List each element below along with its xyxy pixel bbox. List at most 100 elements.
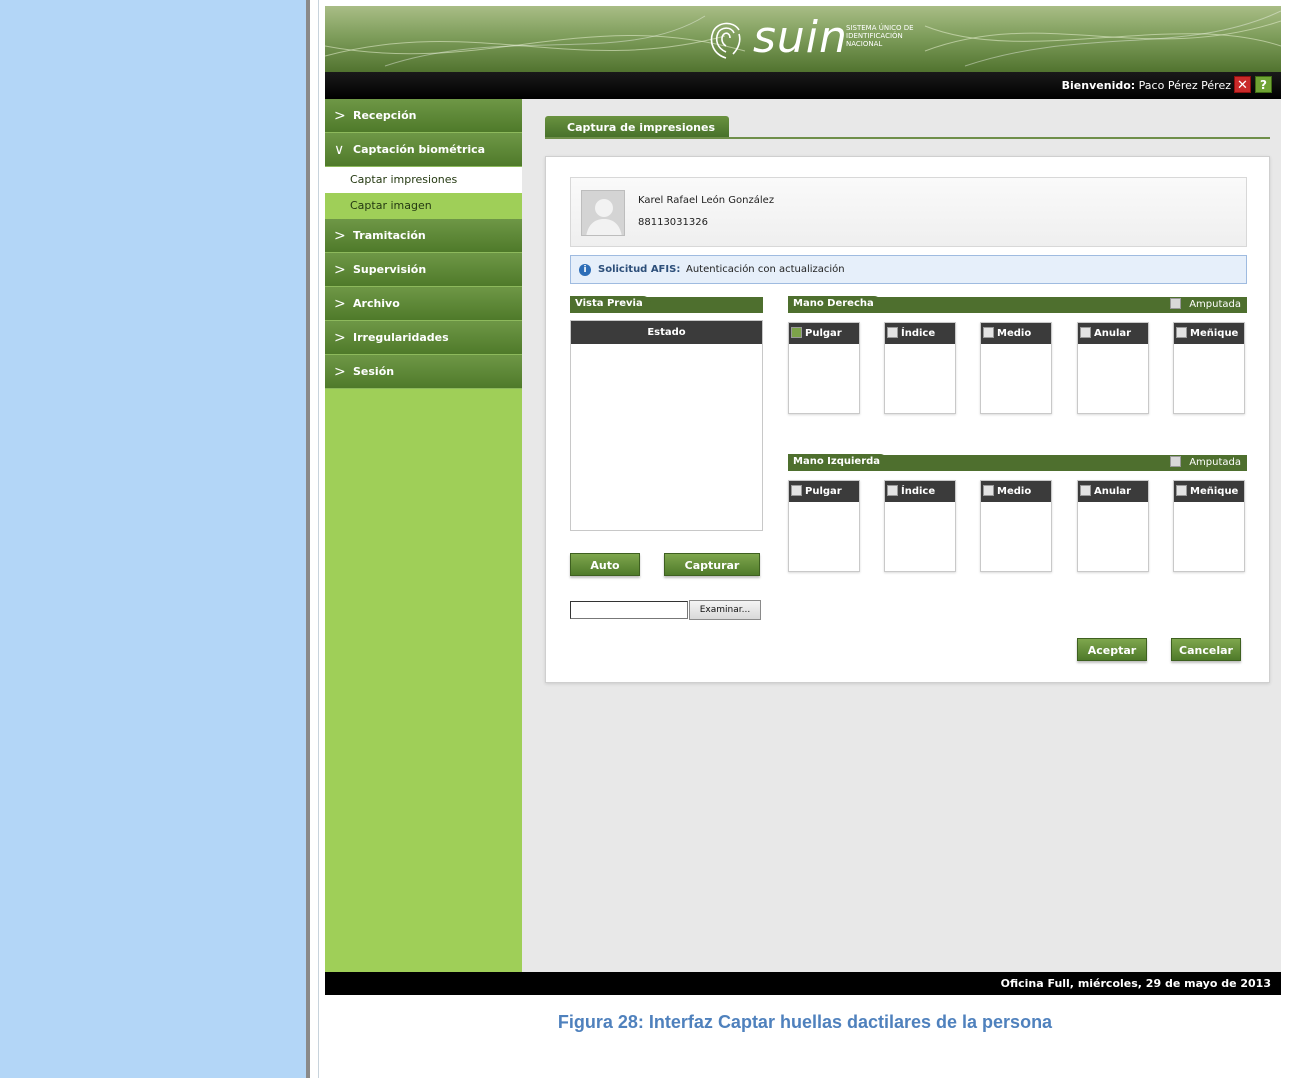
left-hand-amputated-checkbox[interactable]: Amputada xyxy=(1170,455,1241,471)
close-icon[interactable]: ✕ xyxy=(1234,76,1251,93)
chevron-right-icon: > xyxy=(334,228,346,244)
preview-title: Vista Previa xyxy=(570,296,651,313)
sidebar-item-label: Tramitación xyxy=(353,229,426,242)
chevron-right-icon: > xyxy=(334,262,346,278)
user-bar: Bienvenido: Paco Pérez Pérez ✕ ? xyxy=(325,72,1281,99)
header-banner: suin SISTEMA ÚNICO DE IDENTIFICACIÓN NAC… xyxy=(325,6,1281,72)
finger-label: Índice xyxy=(901,486,936,497)
browse-button[interactable]: Examinar... xyxy=(689,600,761,620)
sidebar-item-label: Supervisión xyxy=(353,263,427,276)
sidebar-item-sesion[interactable]: > Sesión xyxy=(325,355,522,389)
finger-label: Medio xyxy=(997,486,1032,497)
right-hand-amputated-checkbox[interactable]: Amputada xyxy=(1170,297,1241,313)
checkbox-icon[interactable] xyxy=(1176,327,1187,338)
sidebar-item-label: Sesión xyxy=(353,365,395,378)
right-hand-section-header: Mano Derecha Amputada xyxy=(788,296,1247,313)
suin-app-window: suin SISTEMA ÚNICO DE IDENTIFICACIÓN NAC… xyxy=(325,6,1281,995)
tab-underline xyxy=(545,137,1270,139)
finger-label: Meñique xyxy=(1190,486,1239,497)
finger-label: Pulgar xyxy=(805,328,842,339)
checkbox-icon[interactable] xyxy=(887,327,898,338)
person-id: 88113031326 xyxy=(638,217,708,228)
sidebar-item-archivo[interactable]: > Archivo xyxy=(325,287,522,321)
chevron-right-icon: > xyxy=(334,108,346,124)
cancel-button[interactable]: Cancelar xyxy=(1171,638,1241,661)
file-path-input[interactable] xyxy=(570,601,688,619)
auto-button[interactable]: Auto xyxy=(570,553,640,576)
checkbox-icon[interactable] xyxy=(791,327,802,338)
status-header: Estado xyxy=(571,321,762,344)
left-little-slot[interactable]: Meñique xyxy=(1173,480,1245,572)
tab-captura-impresiones[interactable]: Captura de impresiones xyxy=(545,116,730,138)
capture-panel: Karel Rafael León González 88113031326 i… xyxy=(545,156,1270,683)
left-thumb-slot[interactable]: Pulgar xyxy=(788,480,860,572)
checkbox-icon[interactable] xyxy=(983,327,994,338)
suin-logo: suin SISTEMA ÚNICO DE IDENTIFICACIÓN NAC… xyxy=(703,10,923,68)
chevron-right-icon: > xyxy=(334,364,346,380)
preview-status-box: Estado xyxy=(570,320,763,531)
checkbox-icon[interactable] xyxy=(791,485,802,496)
right-little-slot[interactable]: Meñique xyxy=(1173,322,1245,414)
right-thumb-slot[interactable]: Pulgar xyxy=(788,322,860,414)
logo-subtitle: SISTEMA ÚNICO DE IDENTIFICACIÓN NACIONAL xyxy=(846,24,914,48)
help-icon[interactable]: ? xyxy=(1255,76,1272,93)
left-ring-slot[interactable]: Anular xyxy=(1077,480,1149,572)
chevron-right-icon: > xyxy=(334,296,346,312)
amputated-label: Amputada xyxy=(1189,299,1241,310)
sidebar: > Recepción ∨ Captación biométrica Capta… xyxy=(325,99,522,972)
finger-label: Pulgar xyxy=(805,486,842,497)
right-middle-slot[interactable]: Medio xyxy=(980,322,1052,414)
checkbox-icon[interactable] xyxy=(1176,485,1187,496)
checkbox-icon[interactable] xyxy=(887,485,898,496)
finger-label: Índice xyxy=(901,328,936,339)
user-silhouette-icon xyxy=(586,199,622,235)
afis-request-bar: i Solicitud AFIS: Autenticación con actu… xyxy=(570,255,1247,284)
person-name: Karel Rafael León González xyxy=(638,195,775,206)
left-middle-slot[interactable]: Medio xyxy=(980,480,1052,572)
avatar xyxy=(581,190,625,236)
checkbox-icon[interactable] xyxy=(1080,485,1091,496)
sidebar-item-label: Captación biométrica xyxy=(353,143,486,156)
amputated-label: Amputada xyxy=(1189,457,1241,468)
finger-label: Medio xyxy=(997,328,1032,339)
afis-label: Solicitud AFIS: xyxy=(598,264,681,275)
right-ring-slot[interactable]: Anular xyxy=(1077,322,1149,414)
preview-section-header: Vista Previa xyxy=(570,296,763,313)
finger-label: Meñique xyxy=(1190,328,1239,339)
sidebar-item-label: Irregularidades xyxy=(353,331,449,344)
sidebar-item-recepcion[interactable]: > Recepción xyxy=(325,99,522,133)
sidebar-item-captacion-biometrica[interactable]: ∨ Captación biométrica xyxy=(325,133,522,167)
welcome-label: Bienvenido: xyxy=(1061,79,1136,92)
sidebar-item-tramitacion[interactable]: > Tramitación xyxy=(325,219,522,253)
accept-button[interactable]: Aceptar xyxy=(1077,638,1147,661)
logo-wordmark: suin xyxy=(753,12,848,63)
user-name: Paco Pérez Pérez xyxy=(1138,79,1231,92)
right-hand-title: Mano Derecha xyxy=(788,296,882,313)
right-index-slot[interactable]: Índice xyxy=(884,322,956,414)
left-hand-section-header: Mano Izquierda Amputada xyxy=(788,454,1247,471)
finger-label: Anular xyxy=(1094,328,1132,339)
checkbox-icon[interactable] xyxy=(1080,327,1091,338)
sidebar-subitem-captar-impresiones[interactable]: Captar impresiones xyxy=(325,167,522,193)
sidebar-item-label: Recepción xyxy=(353,109,417,122)
left-hand-title: Mano Izquierda xyxy=(788,454,889,471)
checkbox-icon xyxy=(1170,456,1182,467)
sidebar-subitem-captar-imagen[interactable]: Captar imagen xyxy=(325,193,522,219)
status-footer: Oficina Full, miércoles, 29 de mayo de 2… xyxy=(325,972,1281,995)
sidebar-item-irregularidades[interactable]: > Irregularidades xyxy=(325,321,522,355)
chevron-right-icon: > xyxy=(334,330,346,346)
fingerprint-icon xyxy=(710,22,741,59)
checkbox-icon xyxy=(1170,298,1182,309)
info-icon: i xyxy=(579,264,591,276)
checkbox-icon[interactable] xyxy=(983,485,994,496)
sidebar-item-label: Archivo xyxy=(353,297,400,310)
document-margin xyxy=(0,0,310,1078)
document-separator xyxy=(318,0,319,1078)
left-index-slot[interactable]: Índice xyxy=(884,480,956,572)
person-card: Karel Rafael León González 88113031326 xyxy=(570,177,1247,247)
sidebar-item-supervision[interactable]: > Supervisión xyxy=(325,253,522,287)
capture-button[interactable]: Capturar xyxy=(664,553,760,576)
chevron-down-icon: ∨ xyxy=(334,142,345,158)
afis-value: Autenticación con actualización xyxy=(686,264,845,275)
finger-label: Anular xyxy=(1094,486,1132,497)
